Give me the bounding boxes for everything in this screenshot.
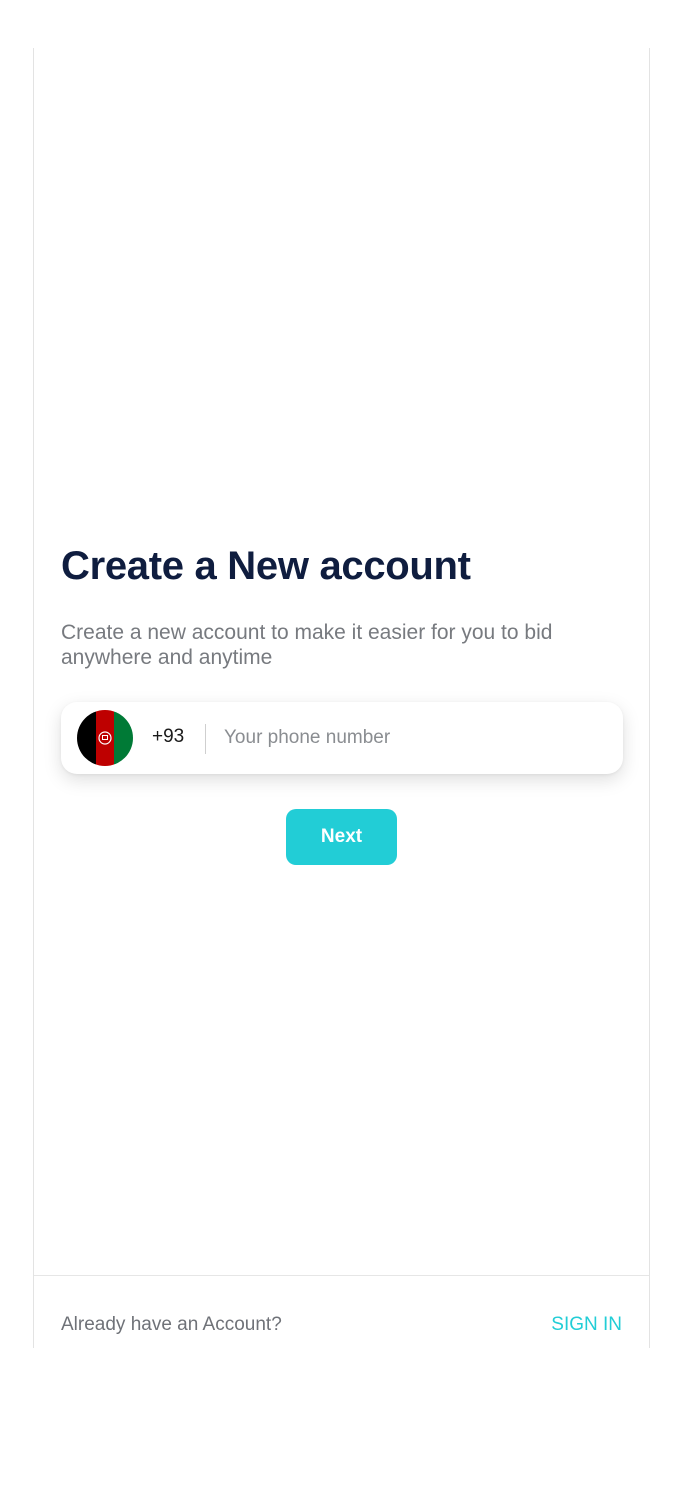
next-button[interactable]: Next bbox=[286, 809, 397, 865]
field-divider bbox=[205, 724, 206, 754]
already-have-account-text: Already have an Account? bbox=[61, 1314, 282, 1335]
sign-in-link[interactable]: SIGN IN bbox=[551, 1314, 622, 1336]
page-subtitle: Create a new account to make it easier f… bbox=[61, 621, 553, 669]
footer-divider bbox=[34, 1275, 649, 1276]
page-title: Create a New account bbox=[61, 544, 471, 588]
afghanistan-flag-icon[interactable] bbox=[77, 710, 133, 766]
phone-number-field: +93 bbox=[61, 702, 623, 774]
flag-graphic bbox=[77, 710, 133, 766]
phone-number-input[interactable] bbox=[224, 720, 604, 756]
app-screen: Create a New account Create a new accoun… bbox=[33, 48, 650, 1348]
country-dial-code[interactable]: +93 bbox=[152, 726, 184, 748]
